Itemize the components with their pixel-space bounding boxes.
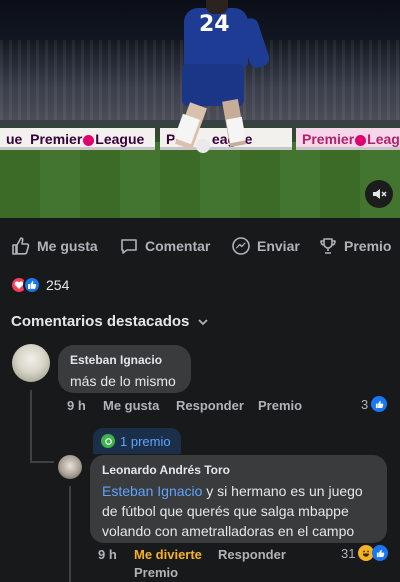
like-reaction-icon bbox=[23, 276, 41, 294]
send-button[interactable]: Enviar bbox=[231, 228, 300, 264]
board-left-fragment: ue bbox=[6, 131, 23, 147]
board-right: Premier Leag bbox=[296, 128, 400, 150]
thread-connector bbox=[30, 390, 32, 462]
like-reaction-icon bbox=[372, 545, 389, 561]
comment-bubble: Esteban Ignacio más de lo mismo bbox=[58, 345, 191, 393]
comment-timestamp[interactable]: 9 h bbox=[98, 547, 117, 562]
board-text: League bbox=[95, 131, 145, 147]
comment-reaction-count[interactable]: 31 bbox=[341, 545, 389, 561]
messenger-icon bbox=[232, 237, 250, 255]
award-medal-icon bbox=[101, 434, 115, 448]
comment-button[interactable]: Comentar bbox=[119, 228, 210, 264]
comment-author[interactable]: Esteban Ignacio bbox=[70, 353, 179, 367]
comment-author[interactable]: Leonardo Andrés Toro bbox=[102, 463, 375, 477]
comment-reaction-count[interactable]: 3 bbox=[361, 396, 388, 412]
board-text: Premier bbox=[30, 131, 83, 147]
football-player: 24 bbox=[174, 0, 276, 160]
premier-league-lion-icon bbox=[83, 134, 95, 146]
reaction-count-number: 3 bbox=[361, 396, 369, 412]
comment-text: más de lo mismo bbox=[70, 373, 176, 389]
video-player[interactable]: ue PremierLeague Pre eague PremierLeag 2… bbox=[0, 0, 400, 218]
post-action-bar: Me gusta Comentar Enviar Premio bbox=[0, 228, 400, 264]
football bbox=[196, 139, 210, 153]
comment-text: Esteban Ignacio y si hermano es un juego… bbox=[102, 481, 375, 541]
avatar[interactable] bbox=[12, 344, 50, 382]
comment-timestamp[interactable]: 9 h bbox=[67, 398, 86, 413]
send-label: Enviar bbox=[257, 238, 300, 254]
comments-section-title: Comentarios destacados bbox=[11, 313, 190, 330]
trophy-icon bbox=[320, 238, 336, 254]
thumbs-up-icon bbox=[12, 237, 30, 255]
comment-bubble: Leonardo Andrés Toro Esteban Ignacio y s… bbox=[90, 455, 387, 543]
board-left: ue Premier League bbox=[0, 128, 155, 150]
comment-reply-link[interactable]: Responder bbox=[176, 398, 244, 413]
reaction-summary[interactable]: 254 bbox=[10, 275, 69, 295]
mute-button[interactable] bbox=[365, 180, 393, 208]
avatar[interactable] bbox=[58, 455, 82, 479]
comment-text-line: volando con ametralladoras en el campo bbox=[102, 523, 355, 539]
chevron-down-icon bbox=[198, 318, 209, 325]
board-text: Premier bbox=[302, 131, 355, 147]
award-badge[interactable]: 1 premio bbox=[93, 428, 181, 454]
comment-reaction-link[interactable]: Me divierte bbox=[134, 547, 202, 562]
comments-filter-dropdown[interactable]: Comentarios destacados bbox=[11, 313, 209, 330]
like-reaction-icon bbox=[371, 396, 388, 412]
reaction-count-number: 31 bbox=[341, 545, 356, 561]
comment-award-link[interactable]: Premio bbox=[258, 398, 302, 413]
premier-league-lion-icon bbox=[355, 134, 367, 146]
like-label: Me gusta bbox=[37, 238, 98, 254]
comment-like-link[interactable]: Me gusta bbox=[103, 398, 159, 413]
player-number: 24 bbox=[199, 12, 230, 37]
comment-bubble-icon bbox=[121, 239, 137, 254]
board-text: Leag bbox=[367, 131, 400, 147]
comment-label: Comentar bbox=[145, 238, 211, 254]
speaker-muted-icon bbox=[373, 189, 387, 199]
thread-connector bbox=[30, 461, 54, 463]
award-label: Premio bbox=[344, 238, 392, 254]
mention-link[interactable]: Esteban Ignacio bbox=[102, 483, 202, 499]
award-button[interactable]: Premio bbox=[318, 228, 391, 264]
like-button[interactable]: Me gusta bbox=[11, 228, 98, 264]
award-badge-label: 1 premio bbox=[120, 433, 171, 449]
thread-connector bbox=[69, 486, 71, 582]
comment-award-link[interactable]: Premio bbox=[134, 565, 178, 580]
comment-text-line: de fútbol que querés que salga mbappe bbox=[102, 503, 349, 519]
comment-text-line: y si hermano es un juego bbox=[202, 483, 363, 499]
reaction-count: 254 bbox=[46, 277, 70, 293]
comment-reply-link[interactable]: Responder bbox=[218, 547, 286, 562]
